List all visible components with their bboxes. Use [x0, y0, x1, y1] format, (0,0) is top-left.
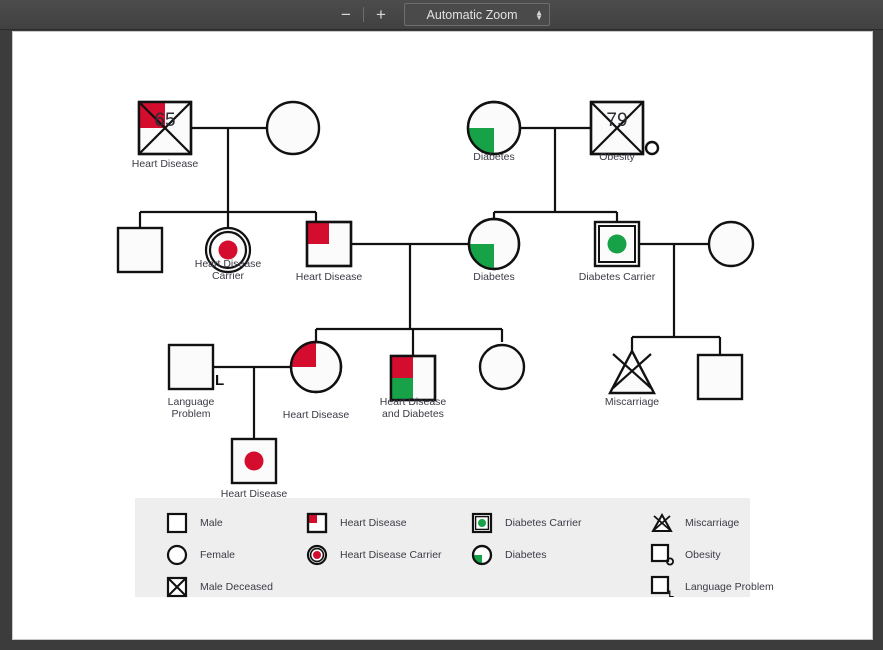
toolbar-divider: [363, 7, 364, 22]
person-g2-f2[interactable]: [467, 217, 521, 271]
obesity-marker: [644, 140, 660, 156]
viewer-toolbar: − + Automatic Zoom ▲ ▼: [0, 0, 883, 30]
legend-item-obesity[interactable]: Obesity: [650, 543, 721, 567]
person-g2-f3[interactable]: [707, 220, 755, 268]
person-g3-m1[interactable]: [167, 343, 215, 391]
zoom-out-button[interactable]: −: [333, 4, 359, 26]
zoom-in-button[interactable]: +: [368, 4, 394, 26]
heart-disease-carrier-marker: [218, 240, 238, 260]
legend-label: Heart Disease Carrier: [340, 549, 442, 561]
miscarriage-icon: [650, 511, 674, 535]
legend-item-male-deceased[interactable]: Male Deceased: [165, 575, 273, 599]
legend-item-female[interactable]: Female: [165, 543, 235, 567]
legend-label: Diabetes Carrier: [505, 517, 582, 529]
person-g3-f1[interactable]: [289, 340, 343, 394]
language-problem-icon: L: [650, 575, 675, 599]
person-g3-f2[interactable]: [478, 343, 526, 391]
person-g2-f1[interactable]: [204, 226, 252, 274]
heart-disease-carrier-marker: [244, 451, 264, 471]
legend-label: Male: [200, 517, 223, 529]
legend-item-miscarriage[interactable]: Miscarriage: [650, 511, 739, 535]
person-g1-f1[interactable]: [265, 100, 321, 156]
person-g1-m1[interactable]: [137, 100, 193, 156]
diabetes-carrier-icon: [470, 511, 494, 535]
spinner-updown-icon: ▲ ▼: [535, 7, 543, 22]
diabetes-icon: [470, 543, 494, 567]
person-g3-m3[interactable]: [696, 353, 744, 401]
legend-label: Heart Disease: [340, 517, 407, 529]
male-deceased-icon: [165, 575, 189, 599]
zoom-level-select[interactable]: Automatic Zoom ▲ ▼: [404, 3, 550, 26]
heart-disease-marker: [391, 356, 413, 378]
legend-label: Language Problem: [685, 581, 774, 593]
legend-label: Diabetes: [505, 549, 547, 561]
legend-item-diabetes[interactable]: Diabetes: [470, 543, 546, 567]
pdf-viewer-window: − + Automatic Zoom ▲ ▼ 65 79 L Heart Dis…: [0, 0, 883, 650]
diabetes-carrier-marker: [607, 234, 627, 254]
person-g3-x1[interactable]: [608, 348, 656, 395]
person-g2-m1[interactable]: [116, 226, 164, 274]
heart-disease-marker: [307, 222, 329, 244]
legend-item-diabetes-carrier[interactable]: Diabetes Carrier: [470, 511, 581, 535]
legend-panel: Male Female Male Deceased Heart Disease …: [135, 498, 774, 599]
heart-disease-icon: [305, 511, 329, 535]
male-icon: [165, 511, 189, 535]
document-page: 65 79 L Heart Disease Diabetes Obesity H…: [12, 31, 873, 640]
legend-label: Obesity: [685, 549, 721, 561]
legend-item-heart-disease-carrier[interactable]: Heart Disease Carrier: [305, 543, 442, 567]
person-g1-m2[interactable]: [589, 100, 660, 156]
person-g1-f2[interactable]: [466, 100, 522, 156]
heart-disease-carrier-icon: [305, 543, 329, 567]
legend-label: Miscarriage: [685, 517, 740, 529]
person-g3-m2[interactable]: [389, 354, 437, 402]
zoom-level-label: Automatic Zoom: [426, 7, 518, 22]
obesity-icon: [650, 543, 674, 567]
legend-item-language-problem[interactable]: L Language Problem: [650, 575, 774, 599]
legend-item-male[interactable]: Male: [165, 511, 223, 535]
diabetes-marker: [391, 378, 413, 400]
person-g2-m2[interactable]: [305, 220, 353, 268]
legend-label: Male Deceased: [200, 581, 273, 593]
female-icon: [165, 543, 189, 567]
svg-text:L: L: [669, 589, 675, 599]
legend-label: Female: [200, 549, 236, 561]
person-g2-m3[interactable]: [593, 220, 641, 268]
legend-item-heart-disease[interactable]: Heart Disease: [305, 511, 407, 535]
person-g4-m1[interactable]: [230, 437, 278, 485]
